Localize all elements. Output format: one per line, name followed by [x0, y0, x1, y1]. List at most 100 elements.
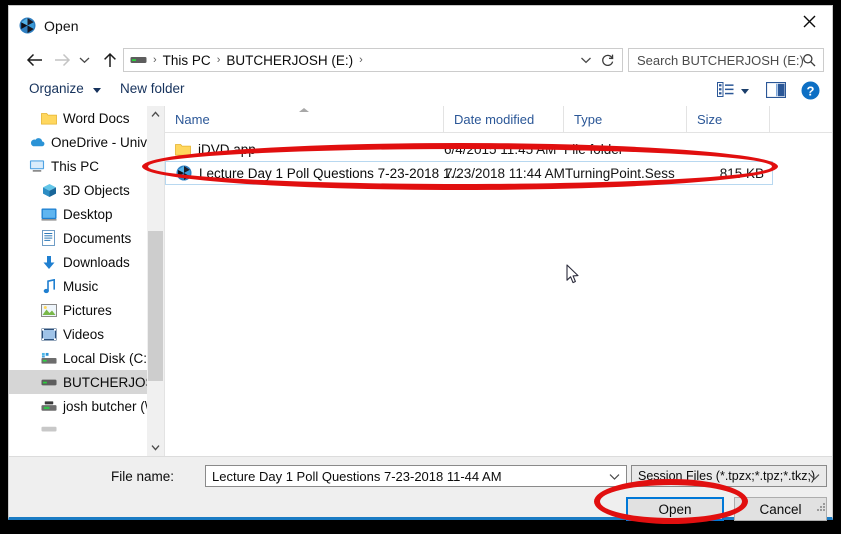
back-button[interactable]: [21, 47, 47, 73]
sidebar-item-label: BUTCHERJOSH (: [63, 374, 147, 390]
scroll-up-button[interactable]: [147, 106, 164, 123]
chevron-down-icon[interactable]: [609, 470, 620, 488]
drive-icon: [41, 422, 57, 438]
command-toolbar: Organize New folder ?: [9, 76, 832, 106]
sidebar-item-onedrive[interactable]: OneDrive - Univer: [9, 130, 147, 154]
drive-icon: [130, 54, 147, 66]
scrollbar-thumb[interactable]: [148, 231, 163, 381]
sidebar-item-music[interactable]: Music: [9, 274, 147, 298]
turningpoint-icon: [19, 17, 36, 34]
breadcrumb-this-pc[interactable]: This PC: [159, 53, 215, 68]
forward-button[interactable]: [49, 47, 75, 73]
sidebar-item-label: 3D Objects: [63, 182, 130, 198]
breadcrumb-separator: ›: [359, 54, 363, 66]
folder-icon: [175, 141, 191, 157]
new-folder-button[interactable]: New folder: [120, 81, 185, 96]
open-file-dialog: Open › This PC › BUTCHERJOSH (E:) › Sear…: [8, 5, 833, 521]
column-header-date-modified[interactable]: Date modified: [444, 106, 564, 132]
sidebar-item-desktop[interactable]: Desktop: [9, 202, 147, 226]
address-dropdown-button[interactable]: [580, 53, 592, 72]
breadcrumb-butcherjosh[interactable]: BUTCHERJOSH (E:): [222, 53, 357, 68]
file-name-input[interactable]: Lecture Day 1 Poll Questions 7-23-2018 1…: [205, 465, 627, 487]
folder-icon: [41, 110, 57, 126]
close-button[interactable]: [786, 6, 832, 36]
sidebar-item-label: Word Docs: [63, 110, 130, 126]
chevron-down-icon[interactable]: [809, 470, 820, 488]
sidebar-item-videos[interactable]: Videos: [9, 322, 147, 346]
sidebar-item-butcherjosh[interactable]: BUTCHERJOSH (: [9, 370, 147, 394]
scroll-down-button[interactable]: [147, 439, 164, 456]
help-icon[interactable]: ?: [801, 81, 820, 105]
search-icon: [802, 53, 816, 72]
navigation-bar: › This PC › BUTCHERJOSH (E:) › Search BU…: [9, 44, 832, 76]
file-type-cell: File folder: [564, 141, 624, 157]
search-box[interactable]: Search BUTCHERJOSH (E:): [628, 48, 824, 72]
sidebar-item-partial[interactable]: [9, 418, 147, 442]
sidebar-item-word-docs[interactable]: Word Docs: [9, 106, 147, 130]
sidebar-item-label: Documents: [63, 230, 132, 246]
table-row[interactable]: iDVD app 6/4/2015 11:45 AM File folder: [165, 137, 832, 161]
organize-button[interactable]: Organize: [29, 81, 84, 96]
search-input[interactable]: Search BUTCHERJOSH (E:): [637, 53, 804, 68]
sidebar-item-label: Downloads: [63, 254, 130, 270]
videos-icon: [41, 326, 57, 342]
arrow-right-icon: [54, 53, 70, 67]
navpane-scrollbar[interactable]: [147, 106, 164, 456]
usbdrive-icon: [41, 374, 57, 390]
view-options-icon[interactable]: [717, 82, 734, 97]
column-header-type[interactable]: Type: [564, 106, 687, 132]
breadcrumb-separator: ›: [153, 54, 157, 66]
sidebar-item-pictures[interactable]: Pictures: [9, 298, 147, 322]
preview-pane-icon[interactable]: [765, 81, 787, 103]
network-icon: [41, 398, 57, 414]
desktop-icon: [41, 206, 57, 222]
chevron-down-icon[interactable]: [741, 89, 749, 94]
3dobjects-icon: [41, 182, 57, 198]
file-type-dropdown[interactable]: Session Files (*.tpzx;*.tpz;*.tkz;): [631, 465, 827, 487]
sidebar-item-local-disk-c[interactable]: Local Disk (C:): [9, 346, 147, 370]
cancel-button[interactable]: Cancel: [734, 497, 827, 521]
chevron-down-icon[interactable]: [93, 88, 101, 93]
up-one-level-button[interactable]: [97, 47, 123, 73]
sidebar-item-label: Videos: [63, 326, 105, 342]
sidebar-item-downloads[interactable]: Downloads: [9, 250, 147, 274]
file-date-cell: 7/23/2018 11:44 AM: [445, 165, 565, 181]
file-type-cell: TurningPoint.Sess: [565, 165, 675, 181]
file-list-pane: Name Date modified Type Size iDVD app 6/…: [164, 106, 832, 456]
sidebar-item-label: This PC: [51, 158, 100, 174]
window-title: Open: [44, 18, 79, 34]
documents-icon: [41, 230, 57, 246]
refresh-button[interactable]: [601, 53, 615, 72]
sidebar-item-documents[interactable]: Documents: [9, 226, 147, 250]
refresh-icon: [602, 54, 614, 67]
column-header-row: Name Date modified Type Size: [165, 106, 832, 133]
resize-grip-icon[interactable]: [817, 503, 827, 513]
svg-text:?: ?: [807, 83, 815, 98]
title-bar: Open: [9, 6, 832, 44]
column-header-size[interactable]: Size: [687, 106, 770, 132]
sidebar-item-josh-butcher-network[interactable]: josh butcher (\\f: [9, 394, 147, 418]
sidebar-item-label: josh butcher (\\f: [63, 398, 147, 414]
close-icon: [803, 15, 815, 27]
column-header-name[interactable]: Name: [165, 106, 444, 132]
sidebar-item-label: OneDrive - Univer: [51, 134, 147, 150]
pictures-icon: [41, 302, 57, 318]
file-name-cell: iDVD app: [175, 137, 256, 161]
turningpoint-icon: [176, 165, 192, 181]
navigation-tree: Word Docs OneDrive - Univer: [9, 106, 147, 442]
address-bar[interactable]: › This PC › BUTCHERJOSH (E:) ›: [123, 48, 623, 72]
file-name-cell: Lecture Day 1 Poll Questions 7-23-2018 1…: [176, 162, 462, 184]
sidebar-item-label: Local Disk (C:): [63, 350, 147, 366]
file-date-cell: 6/4/2015 11:45 AM: [444, 141, 557, 157]
sidebar-item-this-pc[interactable]: This PC: [9, 154, 147, 178]
recent-locations-button[interactable]: [75, 47, 93, 73]
navigation-pane: Word Docs OneDrive - Univer: [9, 106, 164, 456]
file-size-cell: 815 KB: [719, 165, 764, 181]
harddisk-icon: [41, 350, 57, 366]
dialog-footer: File name: Lecture Day 1 Poll Questions …: [9, 456, 832, 521]
music-icon: [41, 278, 57, 294]
open-button[interactable]: Open: [626, 497, 724, 521]
sidebar-item-3d-objects[interactable]: 3D Objects: [9, 178, 147, 202]
table-row[interactable]: Lecture Day 1 Poll Questions 7-23-2018 1…: [165, 161, 773, 185]
screen: Open › This PC › BUTCHERJOSH (E:) › Sear…: [0, 0, 841, 534]
